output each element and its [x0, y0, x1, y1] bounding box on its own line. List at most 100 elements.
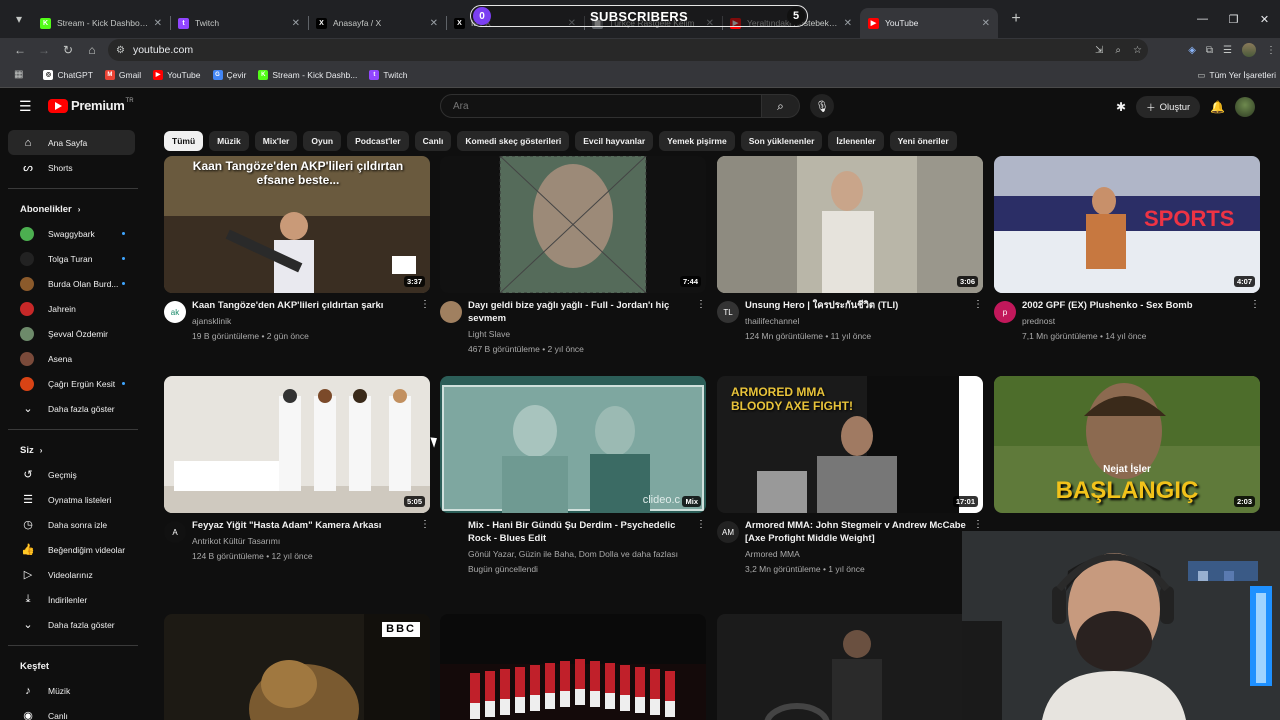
tab-close-icon[interactable]: ✕ — [292, 18, 300, 29]
bookmark-5[interactable]: t Twitch — [369, 69, 407, 80]
reading-list-icon[interactable]: ☰ — [1223, 45, 1232, 56]
all-bookmarks[interactable]: ▭ Tüm Yer İşaretleri — [1197, 62, 1276, 88]
video-thumbnail[interactable]: 5:05 — [164, 376, 430, 513]
chip-10[interactable]: İzlenenler — [828, 131, 884, 151]
more-actions-icon[interactable]: ⋮ — [420, 299, 430, 310]
more-actions-icon[interactable]: ⋮ — [973, 299, 983, 310]
more-actions-icon[interactable]: ⋮ — [1250, 299, 1260, 310]
video-card[interactable] — [440, 614, 706, 720]
bookmark-star-icon[interactable]: ☆ — [1133, 45, 1142, 56]
video-thumbnail[interactable]: Kaan Tangöze'den AKP'lileri çıldırtan ef… — [164, 156, 430, 293]
youtube-logo[interactable]: Premium TR — [48, 98, 134, 113]
subscription-item[interactable]: Asena — [8, 346, 135, 371]
account-avatar[interactable] — [1235, 97, 1256, 117]
subscription-item[interactable]: Çağrı Ergün Kesit — [8, 371, 135, 396]
sidebar-item-you-5[interactable]: ⤓ İndirilenler — [8, 587, 135, 612]
channel-name[interactable]: Antrikot Kültür Tasarımı — [192, 535, 420, 548]
channel-avatar[interactable]: ak — [164, 301, 186, 323]
video-title[interactable]: Mix - Hani Bir Gündü Şu Derdim - Psyched… — [468, 519, 696, 576]
video-thumbnail[interactable]: 3:06 — [717, 156, 983, 293]
subscription-item[interactable]: Swaggybark — [8, 221, 135, 246]
video-thumbnail[interactable]: ARMORED MMA BLOODY AXE FIGHT! 17:01 — [717, 376, 983, 513]
restore-button[interactable]: ❐ — [1218, 0, 1249, 38]
guide-menu-icon[interactable]: ☰ — [19, 98, 32, 115]
channel-name[interactable]: prednost — [1022, 315, 1250, 328]
video-card[interactable]: ARMORED MMA BLOODY AXE FIGHT! 17:01 AM Arm… — [717, 376, 983, 579]
more-actions-icon[interactable]: ⋮ — [696, 299, 706, 310]
sidebar-item-you-0[interactable]: ↺ Geçmiş — [8, 462, 135, 487]
sidebar-item-explore-1[interactable]: ◉ Canlı — [8, 703, 135, 720]
channel-name[interactable]: Armored MMA — [745, 548, 973, 561]
tab-6[interactable]: ▶ YouTube ✕ — [860, 8, 998, 38]
bookmark-3[interactable]: G Çevir — [212, 69, 246, 80]
create-button[interactable]: ＋ Oluştur — [1136, 96, 1201, 118]
subs-show-more[interactable]: ⌄ Daha fazla göster — [8, 396, 135, 421]
channel-avatar[interactable]: p — [994, 301, 1016, 323]
subscription-item[interactable]: Tolga Turan — [8, 246, 135, 271]
video-title[interactable]: Feyyaz Yiğit "Hasta Adam" Kamera Arkası … — [192, 519, 420, 563]
reload-icon[interactable]: ↻ — [56, 38, 80, 62]
forward-icon[interactable]: → — [32, 38, 56, 62]
tab-close-icon[interactable]: ✕ — [430, 18, 438, 29]
video-thumbnail[interactable]: BBC — [164, 614, 430, 720]
zoom-icon[interactable]: ⌕ — [1115, 45, 1121, 56]
video-title[interactable]: Unsung Hero | ใครประกันชีวิต (TLI) thail… — [745, 299, 973, 343]
chip-0[interactable]: Tümü — [164, 131, 204, 151]
subscription-item[interactable]: Jahrein — [8, 296, 135, 321]
video-title[interactable]: Kaan Tangöze'den AKP'lileri çıldırtan şa… — [192, 299, 420, 343]
channel-name[interactable]: Gönül Yazar, Güzin ile Baha, Dom Dolla v… — [468, 548, 696, 561]
chip-7[interactable]: Evcil hayvanlar — [575, 131, 654, 151]
video-title[interactable]: 2002 GPF (EX) Plushenko - Sex Bomb predn… — [1022, 299, 1250, 343]
profile-avatar[interactable] — [1242, 43, 1256, 57]
video-title[interactable]: Armored MMA: John Stegmeir v Andrew McCa… — [745, 519, 973, 576]
bookmark-4[interactable]: K Stream - Kick Dashb... — [258, 69, 357, 80]
video-thumbnail[interactable]: clideo.c Mix — [440, 376, 706, 513]
video-card[interactable]: clideo.c Mix Mix - Hani Bir Gündü Şu Derd… — [440, 376, 706, 579]
tab-1[interactable]: t Twitch ✕ — [170, 8, 308, 38]
video-card[interactable]: Kaan Tangöze'den AKP'lileri çıldırtan ef… — [164, 156, 430, 359]
channel-name[interactable]: Light Slave — [468, 328, 696, 341]
video-title[interactable]: Dayı geldi bize yağlı yağlı - Full - Jor… — [468, 299, 696, 356]
bookmark-2[interactable]: ▶ YouTube — [153, 69, 201, 80]
video-card[interactable]: 5:05 A Feyyaz Yiğit "Hasta Adam" Kamera A… — [164, 376, 430, 579]
sidebar-item-you-3[interactable]: 👍 Beğendiğim videolar — [8, 537, 135, 562]
subscription-item[interactable]: Burda Olan Burd... — [8, 271, 135, 296]
url-text[interactable]: youtube.com — [133, 44, 193, 56]
extension-icon[interactable]: ◈ — [1188, 45, 1196, 56]
video-thumbnail[interactable]: Nejat İşler BAŞLANGIÇ 2:03 — [994, 376, 1260, 513]
tab-2[interactable]: X Anasayfa / X ✕ — [308, 8, 446, 38]
back-icon[interactable]: ← — [8, 38, 32, 62]
bookmark-0[interactable]: ◎ ChatGPT — [43, 69, 93, 80]
clips-icon[interactable]: ✱ — [1116, 100, 1126, 114]
you-header[interactable]: Siz › — [8, 438, 148, 462]
minimize-button[interactable]: — — [1187, 0, 1218, 38]
video-thumbnail[interactable]: SPORTS 4:07 — [994, 156, 1260, 293]
sidebar-item-you-2[interactable]: ◷ Daha sonra izle — [8, 512, 135, 537]
site-info-icon[interactable]: ⚙ — [116, 45, 125, 56]
apps-grid-icon[interactable]: ▦ — [14, 69, 23, 80]
search-input[interactable] — [440, 94, 762, 118]
video-thumbnail[interactable]: 7:44 — [440, 156, 706, 293]
extensions-puzzle-icon[interactable]: ⧉ — [1206, 45, 1213, 56]
video-card[interactable]: 3:06 TL Unsung Hero | ใครประกันชีวิต (TLI… — [717, 156, 983, 359]
new-tab-button[interactable]: + — [1002, 5, 1030, 33]
sidebar-item-you-4[interactable]: ▷ Videolarınız — [8, 562, 135, 587]
channel-avatar[interactable]: A — [164, 521, 186, 543]
channel-avatar[interactable]: TL — [717, 301, 739, 323]
sidebar-item-you-1[interactable]: ☰ Oynatma listeleri — [8, 487, 135, 512]
tab-close-icon[interactable]: ✕ — [982, 18, 990, 29]
bookmark-1[interactable]: M Gmail — [104, 69, 141, 80]
address-bar[interactable]: ⚙ youtube.com ⇲ ⌕ ☆ — [108, 39, 1148, 61]
chip-5[interactable]: Canlı — [414, 131, 452, 151]
chip-9[interactable]: Son yüklenenler — [740, 131, 823, 151]
channel-avatar[interactable] — [440, 301, 462, 323]
chip-6[interactable]: Komedi skeç gösterileri — [457, 131, 570, 151]
more-actions-icon[interactable]: ⋮ — [696, 519, 706, 530]
video-card[interactable]: SPORTS 4:07 p 2002 GPF (EX) Plushenko - Se… — [994, 156, 1260, 359]
subscriptions-header[interactable]: Abonelikler › — [8, 197, 148, 221]
subscription-item[interactable]: Şevval Özdemir — [8, 321, 135, 346]
more-actions-icon[interactable]: ⋮ — [973, 519, 983, 530]
tab-0[interactable]: K Stream - Kick Dashboard ✕ — [32, 8, 170, 38]
tab-search-icon[interactable]: ▾ — [6, 6, 32, 32]
sidebar-item-1[interactable]: ᔕ Shorts — [8, 155, 135, 180]
